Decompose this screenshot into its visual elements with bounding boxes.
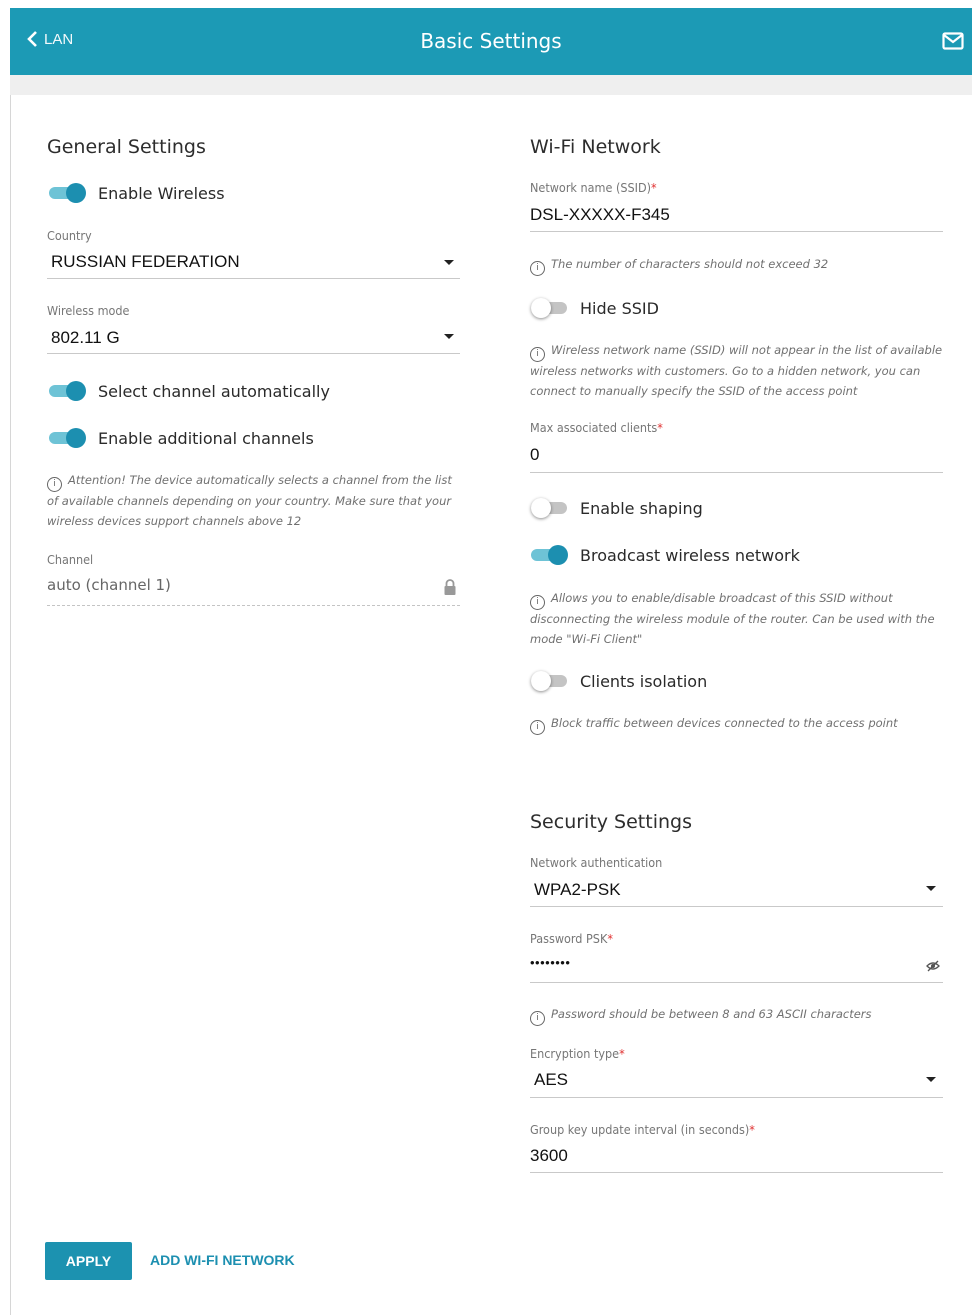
auth-label: Network authentication (530, 855, 663, 870)
caret-down-icon[interactable] (926, 1077, 936, 1082)
max-clients-label-text: Max associated clients (530, 420, 658, 435)
toggle-switch[interactable] (531, 298, 569, 318)
psk-underline (530, 982, 943, 983)
info-icon: i (530, 1011, 545, 1026)
wifi-network-title: Wi-Fi Network (530, 136, 661, 158)
info-icon: i (530, 720, 545, 735)
required-mark: * (657, 420, 663, 435)
info-icon: i (530, 261, 545, 276)
wireless-mode-select[interactable]: 802.11 G (51, 328, 120, 348)
isolation-toggle[interactable]: Clients isolation (531, 671, 707, 691)
broadcast-toggle[interactable]: Broadcast wireless network (531, 545, 800, 565)
additional-channels-toggle[interactable]: Enable additional channels (49, 428, 314, 448)
encryption-underline (530, 1097, 943, 1098)
max-clients-underline (530, 472, 943, 473)
top-bar: LAN Basic Settings (10, 8, 972, 75)
channel-label: Channel (47, 552, 94, 567)
mail-icon[interactable] (942, 32, 964, 54)
enable-wireless-label: Enable Wireless (98, 183, 225, 203)
required-mark: * (619, 1046, 625, 1061)
psk-input[interactable]: •••••••• (530, 955, 570, 970)
auth-underline (530, 906, 943, 907)
ssid-input[interactable]: DSL-XXXXX-F345 (530, 205, 670, 225)
channel-underline (47, 605, 460, 606)
country-underline (47, 278, 460, 279)
group-key-input[interactable]: 3600 (530, 1146, 568, 1166)
psk-hint-text: Password should be between 8 and 63 ASCI… (551, 1007, 872, 1021)
info-icon: i (47, 477, 62, 492)
channel-value: auto (channel 1) (47, 576, 171, 594)
encryption-label: Encryption type* (530, 1046, 625, 1061)
toggle-switch[interactable] (49, 428, 87, 448)
eye-hidden-icon[interactable] (926, 960, 940, 972)
apply-button[interactable]: APPLY (45, 1242, 132, 1280)
auth-select[interactable]: WPA2-PSK (534, 880, 621, 900)
psk-label: Password PSK* (530, 931, 613, 946)
hide-ssid-toggle[interactable]: Hide SSID (531, 298, 659, 318)
page-title: Basic Settings (420, 29, 562, 53)
attention-hint-text: Attention! The device automatically sele… (47, 473, 452, 528)
group-key-label-text: Group key update interval (in seconds) (530, 1122, 750, 1137)
general-settings-title: General Settings (47, 136, 206, 158)
wireless-mode-underline (47, 353, 460, 354)
country-select[interactable]: RUSSIAN FEDERATION (51, 252, 240, 272)
required-mark: * (607, 931, 613, 946)
wireless-mode-label: Wireless mode (47, 303, 130, 318)
enable-wireless-toggle[interactable]: Enable Wireless (49, 183, 225, 203)
encryption-select[interactable]: AES (534, 1070, 568, 1090)
ssid-hint: i The number of characters should not exc… (530, 255, 943, 276)
required-mark: * (749, 1122, 755, 1137)
broadcast-hint-text: Allows you to enable/disable broadcast o… (530, 591, 935, 646)
auto-channel-label: Select channel automatically (98, 381, 330, 401)
broadcast-hint: i Allows you to enable/disable broadcast … (530, 589, 945, 649)
psk-label-text: Password PSK (530, 931, 608, 946)
toggle-switch[interactable] (49, 381, 87, 401)
toggle-switch[interactable] (531, 498, 569, 518)
hide-ssid-hint: i Wireless network name (SSID) will not a… (530, 341, 945, 401)
security-settings-title: Security Settings (530, 811, 692, 833)
isolation-label: Clients isolation (580, 671, 708, 691)
auto-channel-toggle[interactable]: Select channel automatically (49, 381, 330, 401)
broadcast-label: Broadcast wireless network (580, 545, 800, 565)
hide-ssid-hint-text: Wireless network name (SSID) will not ap… (530, 343, 943, 398)
add-wifi-network-button[interactable]: ADD WI-FI NETWORK (150, 1252, 295, 1268)
toggle-switch[interactable] (49, 183, 87, 203)
ssid-hint-text: The number of characters should not exce… (551, 257, 829, 271)
ssid-label: Network name (SSID)* (530, 180, 657, 195)
additional-channels-label: Enable additional channels (98, 428, 314, 448)
country-label: Country (47, 228, 92, 243)
isolation-hint: i Block traffic between devices connected… (530, 714, 943, 735)
lock-icon (444, 579, 456, 595)
info-icon: i (530, 595, 545, 610)
toggle-switch[interactable] (531, 545, 569, 565)
shaping-label: Enable shaping (580, 498, 703, 518)
ssid-label-text: Network name (SSID) (530, 180, 652, 195)
page-frame (10, 8, 972, 1315)
shaping-toggle[interactable]: Enable shaping (531, 498, 703, 518)
max-clients-label: Max associated clients* (530, 420, 663, 435)
header-spacer (10, 75, 972, 95)
attention-hint: i Attention! The device automatically sel… (47, 471, 462, 531)
caret-down-icon[interactable] (444, 260, 454, 265)
toggle-switch[interactable] (531, 671, 569, 691)
hide-ssid-label: Hide SSID (580, 298, 659, 318)
encryption-label-text: Encryption type (530, 1046, 620, 1061)
info-icon: i (530, 347, 545, 362)
required-mark: * (651, 180, 657, 195)
psk-hint: i Password should be between 8 and 63 ASC… (530, 1005, 943, 1026)
group-key-underline (530, 1172, 943, 1173)
max-clients-input[interactable]: 0 (530, 445, 539, 465)
isolation-hint-text: Block traffic between devices connected … (551, 716, 898, 730)
ssid-underline (530, 231, 943, 232)
group-key-label: Group key update interval (in seconds)* (530, 1122, 755, 1137)
caret-down-icon[interactable] (926, 886, 936, 891)
caret-down-icon[interactable] (444, 334, 454, 339)
